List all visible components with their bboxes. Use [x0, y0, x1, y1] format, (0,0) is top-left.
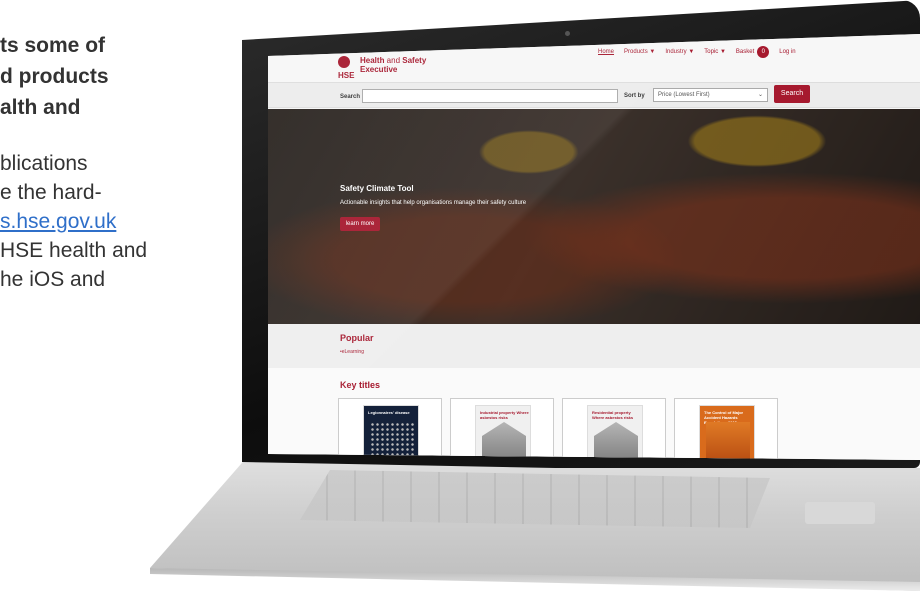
intro-heading: ts some of d products alth and	[0, 34, 109, 119]
intro-copy: ts some of d products alth and blication…	[0, 30, 250, 294]
book-cover-title: Residential property Where asbestos risk…	[592, 410, 634, 420]
hse-letters: HSE	[338, 71, 355, 80]
sort-label: Sort by	[624, 93, 645, 99]
brand-name-and: and	[384, 56, 403, 65]
hse-cross-icon	[338, 56, 350, 68]
nav-login[interactable]: Log in	[779, 49, 795, 55]
laptop-screen: HSE Health and Safety Executive Home Pro…	[268, 34, 920, 460]
brand-name-3: Executive	[360, 65, 398, 74]
search-input[interactable]	[362, 89, 618, 103]
learn-more-button[interactable]: learn more	[340, 217, 380, 231]
house-illustration-icon	[482, 422, 526, 460]
book-card[interactable]: The Control of Major Accident Hazards Re…	[674, 398, 778, 460]
popular-section: Popular •eLearning	[268, 324, 920, 368]
hero-title: Safety Climate Tool	[340, 184, 414, 193]
webcam-icon	[565, 31, 570, 36]
main-nav: Home Products ▼ Industry ▼ Topic ▼ Baske…	[598, 46, 796, 58]
nav-home[interactable]: Home	[598, 49, 614, 55]
popular-title: Popular	[340, 333, 374, 343]
book-cover-image	[706, 422, 750, 460]
book-cover: Legionnaires' disease	[363, 405, 419, 460]
brand-name[interactable]: Health and Safety Executive	[360, 56, 426, 74]
laptop-trackpad	[805, 502, 875, 524]
search-label: Search	[340, 94, 361, 100]
book-cover: The Control of Major Accident Hazards Re…	[699, 405, 755, 460]
nav-topic[interactable]: Topic ▼	[704, 49, 726, 55]
hero-subtitle: Actionable insights that help organisati…	[340, 200, 527, 206]
nav-basket[interactable]: Basket 0	[735, 46, 770, 58]
book-card[interactable]: Legionnaires' disease	[338, 398, 442, 460]
book-cover: Industrial property Where asbestos risks	[475, 405, 531, 460]
brand-name-2: Safety	[402, 56, 427, 65]
book-cover-title: Legionnaires' disease	[368, 410, 410, 415]
hero-banner: Safety Climate Tool Actionable insights …	[268, 109, 920, 324]
sort-select[interactable]: Price (Lowest First) ⌄	[653, 88, 768, 102]
sort-select-value: Price (Lowest First)	[658, 92, 710, 98]
chevron-down-icon: ⌄	[757, 92, 763, 98]
book-card-list: Legionnaires' disease Industrial propert…	[338, 398, 778, 460]
nav-industry[interactable]: Industry ▼	[665, 49, 694, 55]
house-illustration-icon	[594, 422, 638, 460]
key-titles-section: Key titles Legionnaires' disease Industr…	[268, 368, 920, 460]
brand-name-1: Health	[360, 56, 385, 65]
search-button[interactable]: Search	[774, 85, 810, 103]
basket-count-badge: 0	[757, 46, 770, 58]
intro-body-text-2: HSE health and he iOS and	[0, 239, 148, 291]
book-cover-title: Industrial property Where asbestos risks	[480, 410, 529, 420]
key-titles-heading: Key titles	[340, 380, 381, 390]
nav-basket-label: Basket	[735, 49, 755, 55]
intro-body: blications e the hard- s.hse.gov.uk HSE …	[0, 149, 250, 294]
nav-products[interactable]: Products ▼	[624, 49, 655, 55]
book-card[interactable]: Industrial property Where asbestos risks	[450, 398, 554, 460]
intro-body-text-1: blications e the hard-	[0, 152, 102, 204]
search-bar: Search Sort by Price (Lowest First) ⌄ Se…	[268, 82, 920, 108]
book-cover-image	[370, 422, 414, 460]
book-card[interactable]: Residential property Where asbestos risk…	[562, 398, 666, 460]
elearning-link[interactable]: •eLearning	[340, 349, 364, 355]
publications-link[interactable]: s.hse.gov.uk	[0, 210, 116, 233]
book-cover: Residential property Where asbestos risk…	[587, 405, 643, 460]
laptop-keyboard	[300, 470, 770, 528]
